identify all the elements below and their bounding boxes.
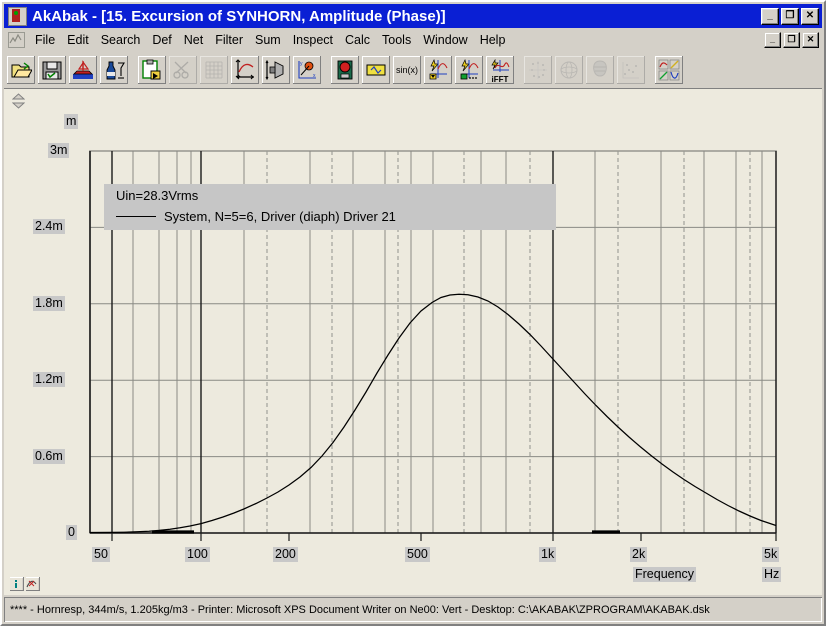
akabak-logo-icon	[8, 6, 27, 26]
menu-item-calc[interactable]: Calc	[339, 31, 376, 49]
ifft-icon[interactable]: iFFT	[486, 56, 514, 84]
scatter-plot-icon	[617, 56, 645, 84]
info-icon[interactable]	[10, 577, 24, 591]
mdi-child-controls: _ ❐ ✕	[764, 32, 819, 48]
driver-profile-icon[interactable]	[262, 56, 290, 84]
x-tick-label-1k: 1k	[539, 547, 557, 562]
response-green-icon[interactable]	[455, 56, 483, 84]
x-tick-label-5k: 5k	[762, 547, 780, 562]
x-tick-label-2k: 2k	[630, 547, 648, 562]
x-tick-label-200: 200	[273, 547, 298, 562]
excursion-plot	[89, 150, 777, 541]
svg-text:y: y	[300, 61, 303, 67]
status-bar: **** - Hornresp, 344m/s, 1.205kg/m3 - Pr…	[4, 597, 822, 622]
status-bar-text: **** - Hornresp, 344m/s, 1.205kg/m3 - Pr…	[10, 603, 710, 616]
y-tick-label-3m: 3m	[48, 143, 70, 158]
close-button[interactable]: ✕	[801, 7, 819, 25]
menu-item-help[interactable]: Help	[474, 31, 512, 49]
mdi-minimize-button[interactable]: _	[764, 32, 781, 48]
window-title: AkAbak - [15. Excursion of SYNHORN, Ampl…	[32, 7, 446, 25]
multi-chart-icon[interactable]	[655, 56, 683, 84]
menu-item-sum[interactable]: Sum	[249, 31, 287, 49]
y-tick-label-0-6m: 0.6m	[33, 449, 65, 464]
x-axis-title: Frequency	[633, 567, 697, 582]
driver-bottle-icon[interactable]	[100, 56, 128, 84]
chart-corner-tools	[10, 577, 40, 591]
ifft-label: iFFT	[491, 75, 509, 84]
open-file-icon[interactable]	[7, 56, 35, 84]
polar-dots-icon	[524, 56, 552, 84]
curve-tool-icon[interactable]	[26, 577, 40, 591]
x-tick-label-100: 100	[185, 547, 210, 562]
menu-item-filter[interactable]: Filter	[209, 31, 249, 49]
filter-block-icon[interactable]	[362, 56, 390, 84]
mdi-close-button[interactable]: ✕	[802, 32, 819, 48]
legend-line-swatch	[116, 216, 156, 217]
x-tick-label-500: 500	[405, 547, 430, 562]
balloon-plot-icon	[586, 56, 614, 84]
menu-item-def[interactable]: Def	[146, 31, 177, 49]
chart-document-icon[interactable]	[8, 32, 25, 48]
sine-function-label: sin(x)	[396, 65, 418, 75]
coordinate-node-icon[interactable]: y x	[293, 56, 321, 84]
y-tick-label-0: 0	[66, 525, 77, 540]
y-tick-label-2-4m: 2.4m	[33, 219, 65, 234]
response-yellow-icon[interactable]	[424, 56, 452, 84]
menu-item-search[interactable]: Search	[95, 31, 147, 49]
horn-ship-icon[interactable]	[69, 56, 97, 84]
maximize-button[interactable]: ❐	[781, 7, 799, 25]
chart-client-area: m 3m 2.4m 1.8m 1.2m 0.6m 0 50 100 200 50…	[4, 89, 822, 595]
sphere-mesh-icon	[555, 56, 583, 84]
save-file-icon[interactable]	[38, 56, 66, 84]
y-tick-label-1-2m: 1.2m	[33, 372, 65, 387]
x-axis-unit: Hz	[762, 567, 782, 582]
menu-item-inspect[interactable]: Inspect	[287, 31, 339, 49]
title-bar: AkAbak - [15. Excursion of SYNHORN, Ampl…	[4, 4, 822, 28]
microphone-icon[interactable]	[331, 56, 359, 84]
menu-item-tools[interactable]: Tools	[376, 31, 417, 49]
menu-item-window[interactable]: Window	[417, 31, 473, 49]
y-axis-unit-label: m	[64, 114, 79, 129]
clipboard-paste-icon[interactable]	[138, 56, 166, 84]
menu-bar: File Edit Search Def Net Filter Sum Insp…	[4, 30, 822, 50]
legend-input-level: Uin=28.3Vrms	[116, 188, 199, 203]
menu-item-file[interactable]: File	[29, 31, 61, 49]
mdi-restore-button[interactable]: ❐	[783, 32, 800, 48]
chart-legend: Uin=28.3Vrms System, N=5=6, Driver (diap…	[104, 184, 556, 230]
y-tick-label-1-8m: 1.8m	[33, 296, 65, 311]
mesh-grid-icon	[200, 56, 228, 84]
scissors-cut-icon	[169, 56, 197, 84]
menu-item-edit[interactable]: Edit	[61, 31, 95, 49]
x-tick-label-50: 50	[92, 547, 110, 562]
akabak-application-window: AkAbak - [15. Excursion of SYNHORN, Ampl…	[0, 0, 826, 626]
main-toolbar: y x sin(x) iFFT	[4, 52, 822, 89]
menu-item-net[interactable]: Net	[178, 31, 209, 49]
sine-function-icon[interactable]: sin(x)	[393, 56, 421, 84]
minimize-button[interactable]: _	[761, 7, 779, 25]
window-controls: _ ❐ ✕	[761, 7, 819, 25]
legend-series-label: System, N=5=6, Driver (diaph) Driver 21	[164, 209, 396, 224]
axes-scale-icon[interactable]	[231, 56, 259, 84]
x-tick-marks	[111, 533, 777, 541]
